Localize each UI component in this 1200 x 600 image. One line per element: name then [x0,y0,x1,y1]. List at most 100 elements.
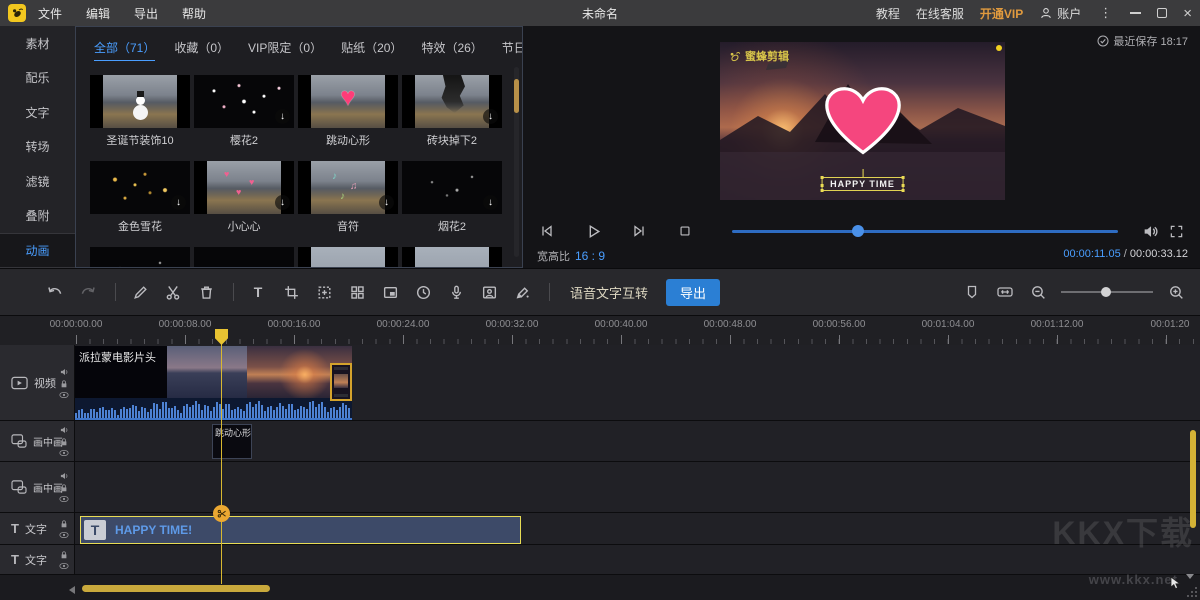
material-item[interactable]: ↓ 樱花2 [194,75,294,148]
freeze-frame-button[interactable] [314,282,334,302]
material-item[interactable]: ↓ 金色雪花 [90,161,190,234]
tab-favorites[interactable]: 收藏（0） [174,39,229,61]
timeline-ruler[interactable]: 00:00:00.00 00:00:08.00 00:00:16.00 00:0… [0,316,1200,345]
resize-grip[interactable] [1185,585,1198,598]
menu-help[interactable]: 帮助 [182,5,206,22]
track-lane-text-1[interactable]: T HAPPY TIME! [75,513,1200,544]
split-at-playhead-badge[interactable] [213,505,230,522]
more-menu-icon[interactable]: ⋮ [1097,5,1114,21]
style-brush-button[interactable] [512,282,532,302]
visibility-eye-icon[interactable] [59,450,69,457]
mosaic-button[interactable] [347,282,367,302]
previous-frame-button[interactable] [537,221,557,241]
material-item[interactable]: ♪♫♪ ↓ 音符 [298,161,398,234]
pip-overlay-button[interactable] [380,282,400,302]
mute-icon[interactable] [60,426,69,435]
material-item[interactable] [90,247,190,268]
sidebar-item-animation[interactable]: 动画 [0,233,75,268]
export-button[interactable]: 导出 [666,279,720,306]
material-item[interactable]: 圣诞节装饰10 [90,75,190,148]
split-scissors-button[interactable] [163,282,183,302]
text-clip-selected[interactable]: T HAPPY TIME! [80,516,521,544]
maximize-button[interactable] [1157,8,1167,18]
lock-icon[interactable] [60,379,68,388]
download-icon[interactable]: ↓ [483,109,498,124]
crop-button[interactable] [281,282,301,302]
app-logo-bee-icon[interactable] [8,4,26,22]
selection-handle[interactable] [996,45,1002,51]
track-lane-pip-1[interactable]: 跳动心形 [75,421,1200,461]
redo-button[interactable] [78,282,98,302]
track-header-text-1[interactable]: T 文字 [0,513,75,544]
track-lane-video[interactable]: 派拉蒙电影片头 [75,345,1200,420]
tab-holiday[interactable]: 节日装饰（27） [502,39,523,61]
undo-button[interactable] [45,282,65,302]
menu-file[interactable]: 文件 [38,5,62,22]
video-clip[interactable]: 派拉蒙电影片头 [75,346,352,420]
portrait-button[interactable] [479,282,499,302]
next-frame-button[interactable] [629,221,649,241]
tab-stickers[interactable]: 贴纸（20） [341,39,402,61]
record-mic-button[interactable] [446,282,466,302]
lock-icon[interactable] [60,438,68,447]
visibility-eye-icon[interactable] [59,391,69,398]
progress-thumb[interactable] [852,225,864,237]
account-button[interactable]: 账户 [1039,5,1081,22]
track-lane-text-2[interactable] [75,545,1200,574]
vip-upgrade-link[interactable]: 开通VIP [980,5,1023,22]
pip-clip[interactable]: 跳动心形 [212,424,252,459]
stop-button[interactable] [675,221,695,241]
timeline-vertical-scrollbar[interactable] [1190,430,1196,528]
marker-button[interactable] [962,282,982,302]
speech-to-text-button[interactable]: 语音文字互转 [570,283,648,302]
zoom-in-button[interactable] [1166,282,1186,302]
sidebar-item-transition[interactable]: 转场 [0,130,75,165]
sidebar-item-media[interactable]: 素材 [0,26,75,61]
mute-icon[interactable] [60,367,69,376]
aspect-ratio[interactable]: 宽高比16 : 9 [537,248,605,264]
sidebar-item-overlay[interactable]: 叠附 [0,199,75,234]
material-item[interactable] [298,247,398,268]
track-header-text-2[interactable]: T 文字 [0,545,75,574]
menu-edit[interactable]: 编辑 [86,5,110,22]
track-lane-pip-2[interactable] [75,462,1200,512]
material-item[interactable]: ♥♥♥ ↓ 小心心 [194,161,294,234]
lock-icon[interactable] [60,484,68,493]
text-overlay-selected[interactable]: HAPPY TIME [821,177,904,191]
download-icon[interactable]: ↓ [379,195,394,210]
tab-effects[interactable]: 特效（26） [421,39,482,61]
timeline-zoom-slider[interactable] [1061,291,1153,293]
close-button[interactable]: × [1183,6,1192,21]
heart-overlay[interactable] [823,86,903,156]
download-icon[interactable]: ↓ [275,195,290,210]
video-preview[interactable]: 蜜蜂剪辑 HAPPY TIME [720,42,1005,200]
material-item[interactable]: ↓ 砖块掉下2 [402,75,502,148]
zoom-slider-thumb[interactable] [1101,287,1111,297]
zoom-out-button[interactable] [1028,282,1048,302]
online-support-link[interactable]: 在线客服 [916,5,964,22]
menu-export[interactable]: 导出 [134,5,158,22]
tutorial-link[interactable]: 教程 [876,5,900,22]
material-item[interactable]: ♥ 跳动心形 [298,75,398,148]
timeline-horizontal-scrollbar[interactable] [82,585,270,592]
tab-vip-only[interactable]: VIP限定（0） [248,39,322,61]
download-icon[interactable]: ↓ [483,195,498,210]
download-icon[interactable]: ↓ [275,109,290,124]
sidebar-item-text[interactable]: 文字 [0,95,75,130]
fullscreen-icon[interactable] [1166,221,1186,241]
delete-trash-button[interactable] [196,282,216,302]
playback-progress-slider[interactable] [732,230,1118,233]
scroll-left-arrow[interactable] [69,586,75,594]
fit-timeline-button[interactable] [995,282,1015,302]
track-header-video[interactable]: 视频 [0,345,75,420]
lock-icon[interactable] [60,550,68,559]
playhead-line[interactable] [221,329,222,584]
material-item[interactable] [402,247,502,268]
download-icon[interactable]: ↓ [171,195,186,210]
track-header-pip-2[interactable]: 画中画 [0,462,75,512]
lock-icon[interactable] [60,519,68,528]
visibility-eye-icon[interactable] [59,562,69,569]
text-tool-button[interactable]: T [248,282,268,302]
volume-icon[interactable] [1140,221,1160,241]
play-button[interactable] [583,221,603,241]
